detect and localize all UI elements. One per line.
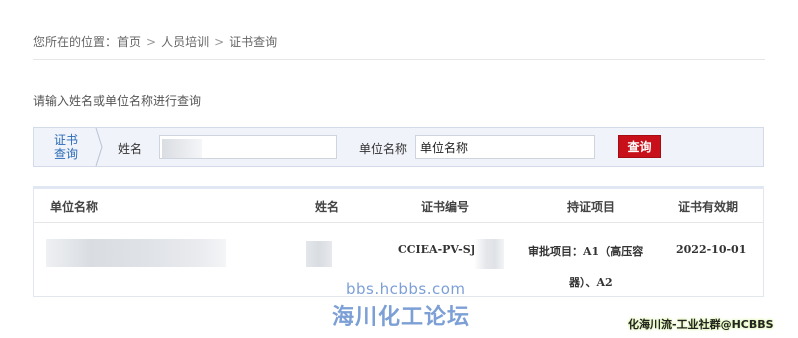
breadcrumb-home-link[interactable]: 首页 [117, 35, 141, 49]
column-header-expiry: 证书有效期 [678, 200, 739, 214]
chevron-right-icon [95, 128, 103, 166]
redacted-cert-number-suffix [474, 239, 504, 269]
corner-watermark: 化海川流-工业社群@HCBBS [628, 318, 774, 331]
expiry-cell: 2022-10-01 [676, 243, 747, 256]
breadcrumb-current: 证书查询 [229, 35, 278, 49]
table-header-row: 单位名称 姓名 证书编号 持证项目 证书有效期 [34, 189, 763, 223]
header-divider [33, 59, 765, 60]
name-label: 姓名 [118, 142, 143, 156]
redacted-unit-name [46, 239, 226, 267]
project-cell-line1: 审批项目：A1（高压容 [528, 245, 644, 258]
forum-watermark: 海川化工论坛 [332, 305, 471, 330]
column-header-name: 姓名 [315, 200, 340, 214]
search-panel: 证书 查询 姓名 单位名称 查询 [33, 127, 764, 167]
breadcrumb: 您所在的位置：首页 > 人员培训 > 证书查询 [33, 33, 277, 50]
breadcrumb-separator: > [214, 35, 225, 49]
unit-name-label: 单位名称 [359, 142, 408, 156]
column-header-cert-number: 证书编号 [421, 200, 470, 214]
column-header-unit: 单位名称 [50, 200, 99, 214]
breadcrumb-prefix: 您所在的位置： [33, 35, 118, 49]
site-watermark: bbs.hcbbs.com [346, 280, 466, 298]
query-button[interactable]: 查询 [618, 135, 661, 158]
redacted-person-name [306, 241, 332, 267]
project-cell-line2: 器）、A2 [569, 276, 613, 289]
column-header-project: 持证项目 [567, 200, 616, 214]
redacted-name-value [162, 139, 202, 158]
unit-name-input[interactable] [415, 135, 595, 159]
cert-number-cell: CCIEA-PV-SJ [398, 243, 476, 256]
search-hint: 请输入姓名或单位名称进行查询 [33, 94, 202, 108]
breadcrumb-separator: > [146, 35, 157, 49]
breadcrumb-training-link[interactable]: 人员培训 [161, 35, 209, 49]
